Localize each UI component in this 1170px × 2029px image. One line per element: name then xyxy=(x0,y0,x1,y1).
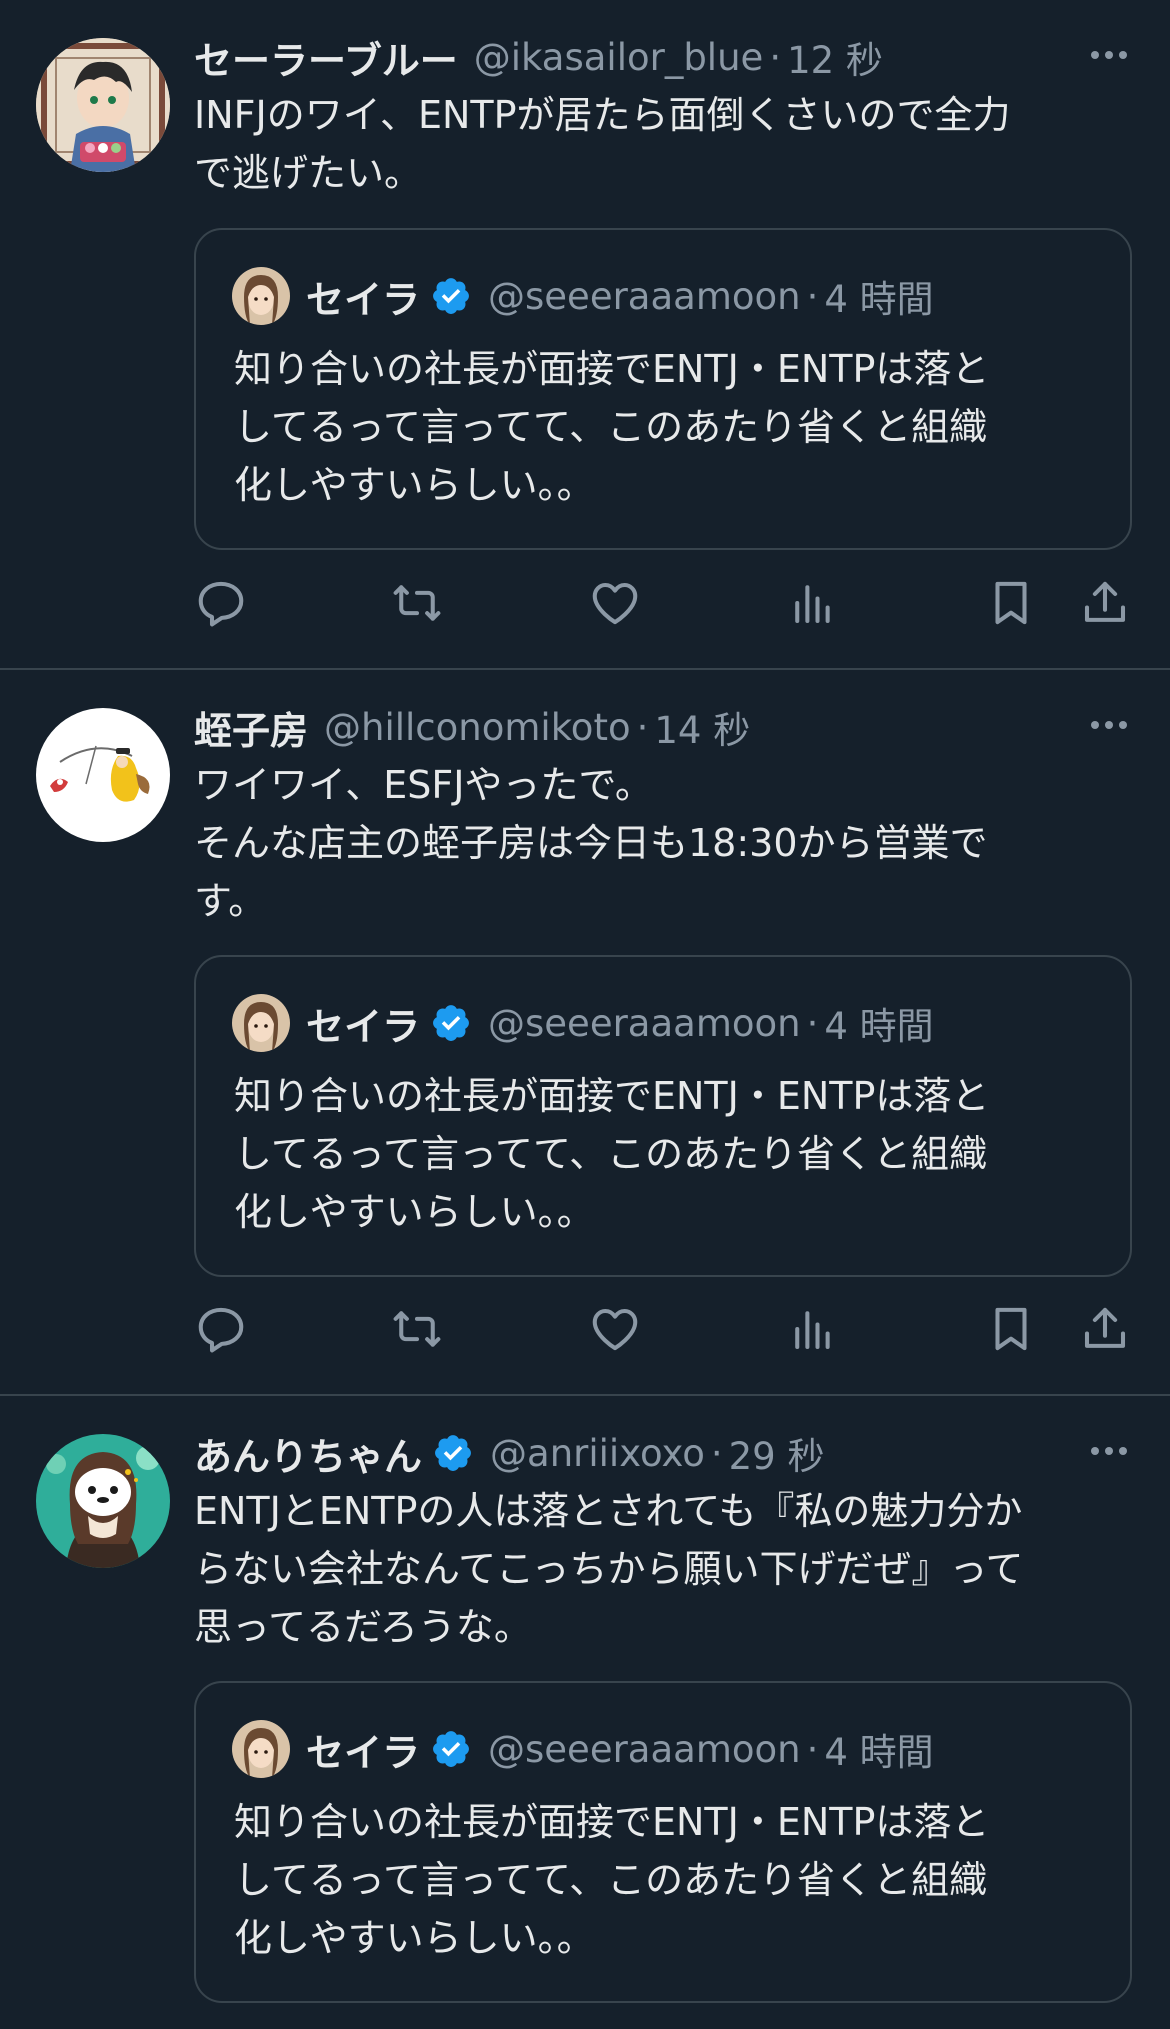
tweet-header: 蛭子房 @hillconomikoto · 14 秒 xyxy=(194,700,1130,755)
tweet-header: セーラーブルー @ikasailor_blue · 12 秒 xyxy=(194,30,1130,85)
quoted-user-handle: @seeeraaamoon xyxy=(488,1727,801,1771)
reply-icon[interactable] xyxy=(194,1302,248,1356)
quoted-avatar xyxy=(232,1720,290,1778)
tweet-actions xyxy=(194,1302,1134,1356)
like-icon[interactable] xyxy=(588,576,642,630)
quoted-display-name: セイラ xyxy=(306,1004,421,1049)
separator-dot: · xyxy=(806,1727,819,1771)
more-icon[interactable] xyxy=(1086,702,1132,748)
display-name[interactable]: セーラーブルー xyxy=(194,30,458,85)
share-icon[interactable] xyxy=(1078,1302,1132,1356)
tweet[interactable]: セーラーブルー @ikasailor_blue · 12 秒 INFJのワイ、E… xyxy=(0,0,1170,670)
verified-badge-icon xyxy=(430,275,472,317)
more-icon[interactable] xyxy=(1086,1428,1132,1474)
tweet-text: INFJのワイ、ENTPが居たら面倒くさいので全力 で逃げたい。 xyxy=(194,93,1011,195)
tweet[interactable]: あんりちゃん @anriiixoxo · 29 秒 ENTJとENTPの人は落と… xyxy=(0,1396,1170,2029)
separator-dot: · xyxy=(636,705,649,749)
separator-dot: · xyxy=(769,35,782,79)
more-icon[interactable] xyxy=(1086,32,1132,78)
quoted-tweet-text: 知り合いの社長が面接でENTJ・ENTPは落と してるって言ってて、このあたり省… xyxy=(234,1074,990,1234)
quoted-timestamp: 4 時間 xyxy=(824,278,934,321)
quoted-avatar xyxy=(232,994,290,1052)
verified-badge-icon xyxy=(430,1728,472,1770)
quoted-user-handle: @seeeraaamoon xyxy=(488,274,801,318)
user-handle[interactable]: @hillconomikoto xyxy=(324,706,631,749)
retweet-icon[interactable] xyxy=(390,1302,444,1356)
like-icon[interactable] xyxy=(588,1302,642,1356)
quoted-tweet-text: 知り合いの社長が面接でENTJ・ENTPは落と してるって言ってて、このあたり省… xyxy=(234,1800,990,1960)
tweet-actions xyxy=(194,576,1134,630)
avatar[interactable] xyxy=(36,38,170,172)
timeline-feed: セーラーブルー @ikasailor_blue · 12 秒 INFJのワイ、E… xyxy=(0,0,1170,2029)
quoted-user-handle: @seeeraaamoon xyxy=(488,1001,801,1045)
quoted-tweet[interactable]: セイラ @seeeraaamoon · 4 時間 知り合いの社長が面接でENTJ… xyxy=(194,955,1132,1277)
avatar[interactable] xyxy=(36,708,170,842)
user-handle[interactable]: @ikasailor_blue xyxy=(474,36,764,79)
views-icon[interactable] xyxy=(786,1302,840,1356)
quoted-display-name: セイラ xyxy=(306,277,421,322)
quoted-timestamp: 4 時間 xyxy=(824,1005,934,1048)
user-handle[interactable]: @anriiixoxo xyxy=(490,1432,705,1475)
verified-badge-icon xyxy=(430,1002,472,1044)
avatar[interactable] xyxy=(36,1434,170,1568)
timestamp[interactable]: 14 秒 xyxy=(654,700,750,754)
timestamp[interactable]: 29 秒 xyxy=(729,1426,825,1480)
retweet-icon[interactable] xyxy=(390,576,444,630)
tweet-text: ワイワイ、ESFJやったで。 そんな店主の蛭子房は今日も18:30から営業で す… xyxy=(194,763,988,923)
display-name[interactable]: あんりちゃん xyxy=(194,1426,422,1481)
quoted-tweet-header: セイラ @seeeraaamoon · 4 時間 xyxy=(232,993,934,1053)
quoted-tweet[interactable]: セイラ @seeeraaamoon · 4 時間 知り合いの社長が面接でENTJ… xyxy=(194,228,1132,550)
quoted-tweet-text: 知り合いの社長が面接でENTJ・ENTPは落と してるって言ってて、このあたり省… xyxy=(234,347,990,507)
tweet-header: あんりちゃん @anriiixoxo · 29 秒 xyxy=(194,1426,1130,1481)
separator-dot: · xyxy=(710,1431,723,1475)
separator-dot: · xyxy=(806,1001,819,1045)
quoted-tweet-header: セイラ @seeeraaamoon · 4 時間 xyxy=(232,1719,934,1779)
bookmark-icon[interactable] xyxy=(984,576,1038,630)
quoted-avatar xyxy=(232,267,290,325)
quoted-display-name: セイラ xyxy=(306,1730,421,1775)
separator-dot: · xyxy=(806,274,819,318)
quoted-tweet[interactable]: セイラ @seeeraaamoon · 4 時間 知り合いの社長が面接でENTJ… xyxy=(194,1681,1132,2003)
display-name[interactable]: 蛭子房 xyxy=(194,700,308,755)
quoted-tweet-header: セイラ @seeeraaamoon · 4 時間 xyxy=(232,266,934,326)
tweet-text: ENTJとENTPの人は落とされても『私の魅力分か らない会社なんてこっちから願… xyxy=(194,1489,1024,1649)
timestamp[interactable]: 12 秒 xyxy=(787,30,883,84)
tweet[interactable]: 蛭子房 @hillconomikoto · 14 秒 ワイワイ、ESFJやったで… xyxy=(0,670,1170,1396)
reply-icon[interactable] xyxy=(194,576,248,630)
quoted-timestamp: 4 時間 xyxy=(824,1731,934,1774)
bookmark-icon[interactable] xyxy=(984,1302,1038,1356)
share-icon[interactable] xyxy=(1078,576,1132,630)
views-icon[interactable] xyxy=(786,576,840,630)
verified-badge-icon xyxy=(432,1432,474,1474)
